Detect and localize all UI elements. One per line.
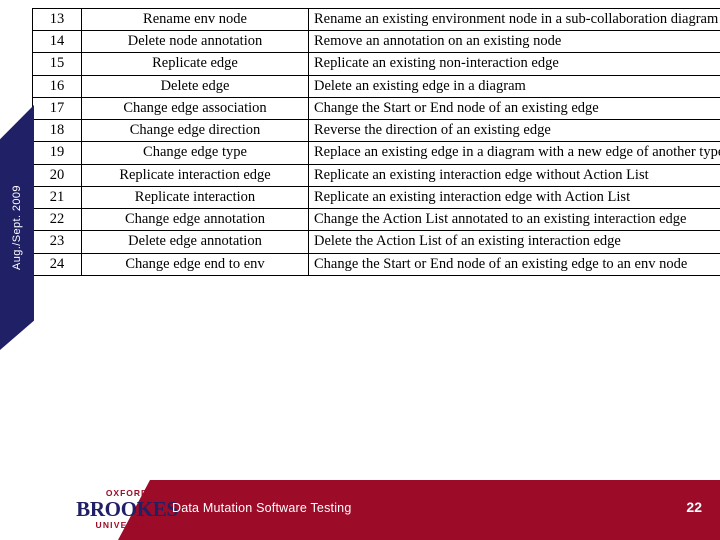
mutation-operator-table: 13 Rename env node Rename an existing envi… bbox=[32, 7, 720, 276]
logo-line-brookes: BROOKES bbox=[76, 496, 178, 521]
cell-operator-id: 13 bbox=[32, 7, 82, 32]
cell-operator-id: 15 bbox=[32, 52, 82, 76]
footer-page-number: 22 bbox=[686, 499, 702, 515]
cell-operator-description: Replicate an existing interaction edge w… bbox=[308, 163, 720, 187]
cell-operator-description: Change the Action List annotated to an e… bbox=[308, 208, 720, 232]
cell-operator-description: Change the Start or End node of an exist… bbox=[308, 96, 720, 121]
cell-operator-description: Remove an annotation on an existing node bbox=[308, 30, 720, 54]
cell-operator-name: Change edge type bbox=[81, 141, 309, 165]
cell-operator-description: Replicate an existing interaction edge w… bbox=[308, 185, 720, 210]
cell-operator-name: Delete edge bbox=[81, 74, 309, 98]
table-row: 13 Rename env node Rename an existing envi… bbox=[32, 7, 720, 32]
cell-operator-id: 20 bbox=[32, 163, 82, 187]
cell-operator-description: Delete an existing edge in a diagram bbox=[308, 74, 720, 98]
table-row: 17 Change edge association Change the Star… bbox=[32, 96, 720, 121]
cell-operator-name: Change edge direction bbox=[81, 119, 309, 143]
cell-operator-name: Change edge end to env bbox=[81, 252, 309, 276]
cell-operator-id: 16 bbox=[32, 74, 82, 98]
cell-operator-id: 21 bbox=[32, 185, 82, 210]
cell-operator-name: Delete edge annotation bbox=[81, 230, 309, 254]
table-row: 16 Delete edge Delete an existing edge in … bbox=[32, 74, 720, 98]
table-row: 22 Change edge annotation Change the Actio… bbox=[32, 208, 720, 232]
cell-operator-id: 19 bbox=[32, 141, 82, 165]
mutation-operator-table-container: 13 Rename env node Rename an existing envi… bbox=[32, 7, 720, 276]
table-row: 23 Delete edge annotation Delete the Actio… bbox=[32, 230, 720, 254]
table-row: 14 Delete node annotation Remove an annota… bbox=[32, 30, 720, 54]
cell-operator-name: Change edge association bbox=[81, 96, 309, 121]
table-row: 19 Change edge type Replace an existing ed… bbox=[32, 141, 720, 165]
date-ribbon: Aug./Sept. 2009 bbox=[0, 105, 34, 350]
cell-operator-name: Replicate edge bbox=[81, 52, 309, 76]
cell-operator-description: Replicate an existing non-interaction ed… bbox=[308, 52, 720, 76]
cell-operator-description: Rename an existing environment node in a… bbox=[308, 7, 720, 32]
date-ribbon-label: Aug./Sept. 2009 bbox=[11, 185, 23, 270]
cell-operator-id: 17 bbox=[32, 96, 82, 121]
cell-operator-id: 24 bbox=[32, 252, 82, 276]
cell-operator-id: 14 bbox=[32, 30, 82, 54]
cell-operator-name: Replicate interaction bbox=[81, 185, 309, 210]
oxford-brookes-logo: OXFORD BROOKES UNIVERSITY bbox=[74, 489, 180, 529]
table-row: 20 Replicate interaction edge Replicate an… bbox=[32, 163, 720, 187]
cell-operator-name: Delete node annotation bbox=[81, 30, 309, 54]
cell-operator-name: Change edge annotation bbox=[81, 208, 309, 232]
footer-title: Data Mutation Software Testing bbox=[172, 501, 352, 515]
cell-operator-description: Replace an existing edge in a diagram wi… bbox=[308, 141, 720, 165]
cell-operator-id: 18 bbox=[32, 119, 82, 143]
cell-operator-name: Replicate interaction edge bbox=[81, 163, 309, 187]
logo-line-university: UNIVERSITY bbox=[95, 519, 159, 530]
table-row: 24 Change edge end to env Change the Start… bbox=[32, 252, 720, 276]
cell-operator-id: 23 bbox=[32, 230, 82, 254]
cell-operator-name: Rename env node bbox=[81, 7, 309, 32]
slide-footer: OXFORD BROOKES UNIVERSITY Data Mutation … bbox=[0, 480, 720, 540]
table-row: 21 Replicate interaction Replicate an exis… bbox=[32, 185, 720, 210]
cell-operator-description: Delete the Action List of an existing in… bbox=[308, 230, 720, 254]
table-body: 13 Rename env node Rename an existing envi… bbox=[32, 7, 720, 276]
cell-operator-description: Reverse the direction of an existing edg… bbox=[308, 119, 720, 143]
cell-operator-id: 22 bbox=[32, 208, 82, 232]
table-row: 18 Change edge direction Reverse the direc… bbox=[32, 119, 720, 143]
cell-operator-description: Change the Start or End node of an exist… bbox=[308, 252, 720, 276]
table-row: 15 Replicate edge Replicate an existing no… bbox=[32, 52, 720, 76]
